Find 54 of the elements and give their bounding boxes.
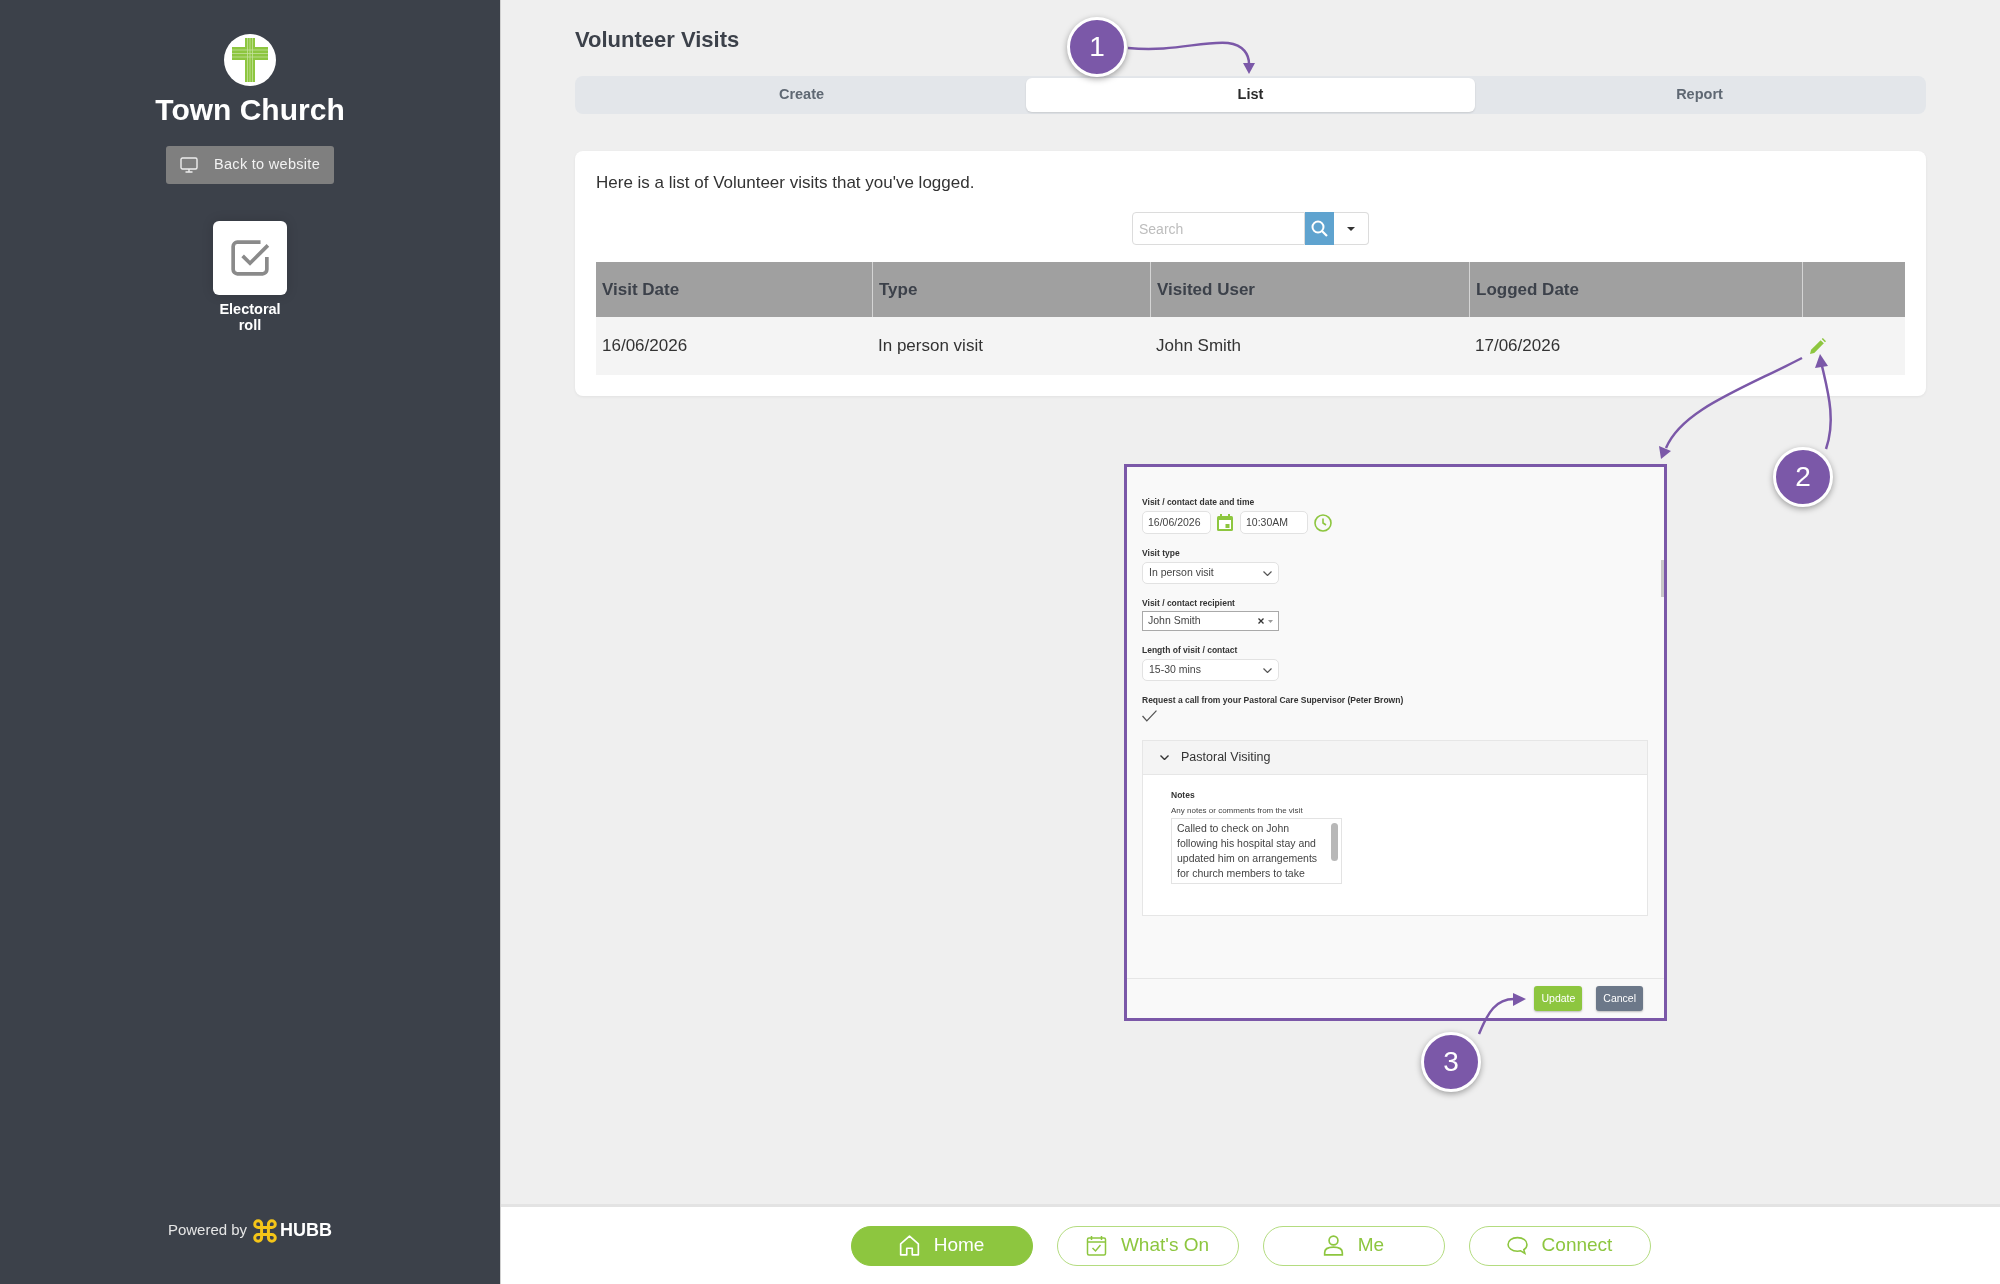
calendar-icon[interactable] bbox=[1217, 514, 1233, 531]
chevron-down-icon bbox=[1263, 667, 1272, 673]
home-icon bbox=[898, 1235, 920, 1256]
column-header: Visit Date bbox=[601, 278, 681, 301]
table-cell-text: 16/06/2026 bbox=[601, 335, 689, 358]
search-field[interactable]: Search bbox=[1132, 212, 1305, 245]
field-label: Visit / contact recipient bbox=[1142, 598, 1235, 609]
powered-by-text: Powered by bbox=[167, 1220, 248, 1241]
search-icon bbox=[1311, 220, 1328, 237]
field-label: Notes bbox=[1171, 790, 1195, 801]
loop-logo-icon bbox=[253, 1218, 278, 1243]
field-label: Visit / contact date and time bbox=[1142, 497, 1255, 508]
calendar-check-icon bbox=[1085, 1235, 1107, 1256]
intro-text: Here is a list of Volunteer visits that you've logged. bbox=[596, 172, 976, 194]
tab[interactable]: Create bbox=[577, 78, 1026, 112]
app-tile[interactable] bbox=[213, 221, 287, 295]
person-icon bbox=[1322, 1235, 1344, 1256]
tab[interactable]: Report bbox=[1475, 78, 1924, 112]
app-label[interactable]: Electoral roll bbox=[210, 301, 290, 333]
scrollbar-thumb[interactable] bbox=[1661, 560, 1664, 597]
clock-icon[interactable] bbox=[1314, 513, 1332, 532]
cross-logo-icon bbox=[224, 34, 276, 86]
checkmark-icon[interactable] bbox=[1142, 710, 1157, 722]
chevron-down-icon bbox=[1263, 570, 1272, 576]
table-cell-text: John Smith bbox=[1155, 335, 1243, 358]
select-field[interactable]: 15-30 mins bbox=[1142, 659, 1279, 681]
checkbox-icon bbox=[230, 238, 270, 278]
search-button[interactable] bbox=[1305, 212, 1334, 245]
field-label: Request a call from your Pastoral Care Supervisor (Peter Brown) bbox=[1142, 695, 1404, 706]
dropdown-button[interactable] bbox=[1334, 212, 1369, 245]
time-field[interactable]: 10:30AM bbox=[1240, 511, 1308, 534]
tab[interactable]: List bbox=[1026, 78, 1475, 112]
monitor-icon bbox=[180, 157, 198, 173]
select-field[interactable]: In person visit bbox=[1142, 562, 1279, 584]
page-title: Volunteer Visits bbox=[575, 26, 740, 54]
brand-name: HUBB bbox=[280, 1219, 333, 1242]
field-label: Length of visit / contact bbox=[1142, 645, 1238, 656]
field-hint: Any notes or comments from the visit bbox=[1171, 806, 1303, 816]
caret-down-icon bbox=[1347, 226, 1355, 231]
scrollbar-thumb[interactable] bbox=[1331, 823, 1338, 861]
pencil-icon[interactable] bbox=[1810, 338, 1826, 354]
caret-down-icon bbox=[1268, 619, 1273, 623]
table-cell-text: 17/06/2026 bbox=[1474, 335, 1562, 358]
date-field[interactable]: 16/06/2026 bbox=[1142, 511, 1211, 534]
table-cell-text: In person visit bbox=[877, 335, 984, 358]
accordion-header[interactable]: Pastoral Visiting bbox=[1143, 741, 1647, 775]
church-name: Town Church bbox=[155, 92, 345, 128]
notes-field[interactable]: Called to check on John following his hospital stay and updated him on arrangements for church members to take bbox=[1171, 818, 1342, 884]
back-to-website-button[interactable]: Back to website bbox=[166, 146, 334, 184]
field-label: Visit type bbox=[1142, 548, 1180, 559]
cancel-button[interactable]: Cancel bbox=[1596, 986, 1643, 1011]
speech-bubble-icon bbox=[1506, 1235, 1528, 1256]
combobox-field[interactable]: John Smith bbox=[1142, 611, 1279, 631]
clear-icon[interactable] bbox=[1258, 618, 1264, 624]
